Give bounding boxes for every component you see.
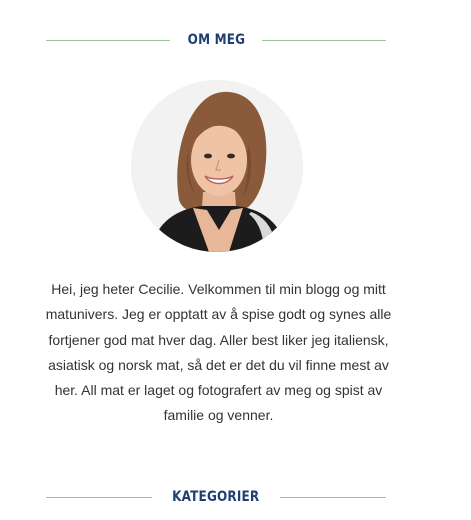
categories-heading-title: KATEGORIER bbox=[172, 489, 260, 505]
heading-rule-left bbox=[46, 39, 170, 41]
categories-heading: KATEGORIER bbox=[46, 489, 386, 505]
about-heading-title: OM MEG bbox=[187, 32, 245, 48]
about-heading: OM MEG bbox=[46, 32, 386, 48]
heading-rule-right bbox=[279, 496, 386, 498]
heading-rule-right bbox=[262, 39, 386, 41]
author-avatar bbox=[131, 80, 303, 252]
about-bio-text: Hei, jeg heter Cecilie. Velkommen til mi… bbox=[45, 281, 392, 424]
heading-rule-left bbox=[46, 496, 153, 498]
author-portrait-image bbox=[131, 80, 303, 252]
